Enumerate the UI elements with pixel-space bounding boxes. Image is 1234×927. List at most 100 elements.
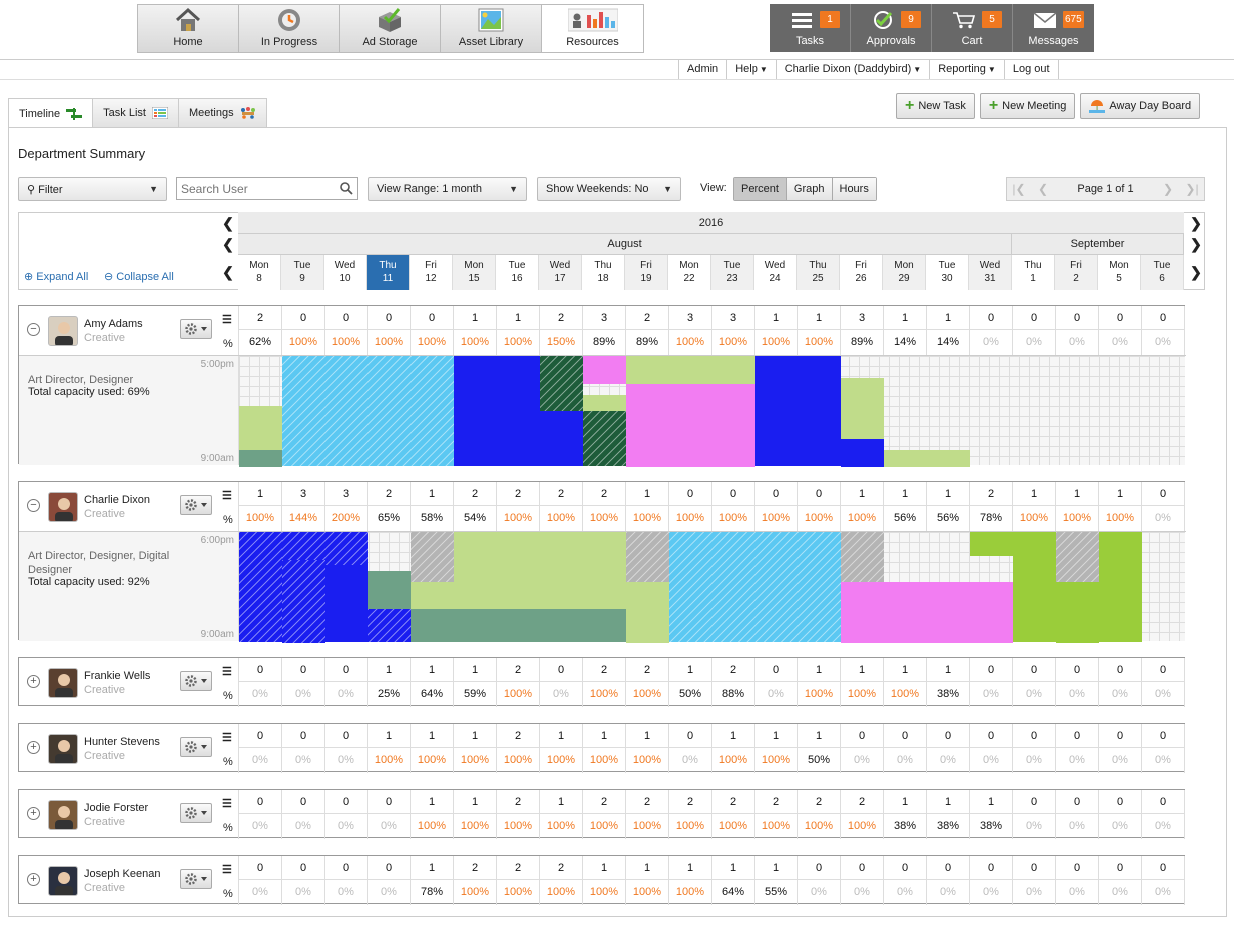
capacity-block[interactable] — [927, 450, 970, 467]
capacity-block[interactable] — [755, 356, 798, 466]
capacity-block[interactable] — [970, 532, 1013, 556]
capacity-block[interactable] — [540, 411, 583, 466]
capacity-block[interactable] — [454, 532, 497, 560]
show-weekends-dropdown[interactable]: Show Weekends: No ▼ — [537, 177, 681, 201]
prev-year-icon[interactable]: ❮ — [218, 213, 238, 233]
settings-dropdown[interactable] — [180, 671, 212, 691]
tab-task-list[interactable]: Task List — [92, 98, 179, 127]
capacity-block[interactable] — [540, 532, 583, 609]
capacity-block[interactable] — [411, 356, 454, 466]
capacity-block[interactable] — [368, 609, 411, 642]
capacity-block[interactable] — [1056, 532, 1099, 582]
capacity-block[interactable] — [583, 411, 626, 466]
capacity-block[interactable] — [712, 356, 755, 384]
view-range-dropdown[interactable]: View Range: 1 month ▼ — [368, 177, 527, 201]
nav-messages[interactable]: 675 Messages — [1013, 4, 1094, 52]
capacity-block[interactable] — [282, 532, 325, 560]
capacity-block[interactable] — [325, 532, 368, 565]
capacity-block[interactable] — [712, 532, 755, 642]
next-page-icon[interactable]: ❯ — [1156, 178, 1180, 200]
person-name[interactable]: Frankie Wells — [84, 670, 150, 682]
capacity-block[interactable] — [497, 356, 540, 466]
settings-dropdown[interactable] — [180, 869, 212, 889]
capacity-block[interactable] — [712, 384, 755, 467]
nav-ad-storage[interactable]: Ad Storage — [340, 5, 441, 52]
capacity-block[interactable] — [368, 356, 411, 466]
person-name[interactable]: Hunter Stevens — [84, 736, 160, 748]
capacity-block[interactable] — [325, 356, 368, 466]
new-meeting-button[interactable]: + New Meeting — [979, 93, 1076, 119]
settings-dropdown[interactable] — [180, 737, 212, 757]
capacity-block[interactable] — [884, 450, 927, 467]
capacity-block[interactable] — [841, 378, 884, 439]
capacity-block[interactable] — [497, 532, 540, 609]
last-page-icon[interactable]: ❯| — [1180, 178, 1204, 200]
view-percent-button[interactable]: Percent — [734, 178, 787, 200]
capacity-block[interactable] — [1056, 582, 1099, 643]
capacity-block[interactable] — [540, 609, 583, 642]
capacity-block[interactable] — [841, 439, 884, 467]
capacity-block[interactable] — [798, 532, 841, 642]
view-graph-button[interactable]: Graph — [786, 178, 833, 200]
prev-month-icon[interactable]: ❮ — [218, 234, 238, 254]
capacity-block[interactable] — [540, 356, 583, 411]
capacity-block[interactable] — [239, 532, 282, 642]
nav-in-progress[interactable]: In Progress — [239, 5, 340, 52]
next-month-icon[interactable]: ❯ — [1186, 234, 1206, 254]
capacity-block[interactable] — [626, 384, 669, 467]
capacity-block[interactable] — [497, 609, 540, 642]
capacity-block[interactable] — [841, 582, 884, 643]
capacity-block[interactable] — [798, 356, 841, 466]
expand-row-icon[interactable]: + — [27, 675, 40, 688]
nav-cart[interactable]: 5 Cart — [932, 4, 1013, 52]
capacity-block[interactable] — [583, 609, 626, 642]
nav-home[interactable]: Home — [138, 5, 239, 52]
capacity-block[interactable] — [841, 532, 884, 582]
nav-approvals[interactable]: 9 Approvals — [851, 4, 932, 52]
menu-admin[interactable]: Admin — [678, 59, 726, 79]
menu-logout[interactable]: Log out — [1003, 59, 1059, 79]
settings-dropdown[interactable] — [180, 319, 212, 339]
prev-day-icon[interactable]: ❮ — [218, 262, 238, 282]
nav-tasks[interactable]: 1 Tasks — [770, 4, 851, 52]
capacity-block[interactable] — [454, 609, 497, 642]
tab-timeline[interactable]: Timeline — [8, 98, 94, 128]
person-name[interactable]: Charlie Dixon — [84, 494, 150, 506]
person-name[interactable]: Amy Adams — [84, 318, 143, 330]
capacity-block[interactable] — [411, 609, 454, 642]
capacity-block[interactable] — [583, 395, 626, 412]
expand-all-link[interactable]: ⊕ Expand All — [24, 270, 88, 283]
capacity-block[interactable] — [669, 384, 712, 467]
capacity-block[interactable] — [927, 582, 970, 643]
collapse-row-icon[interactable]: − — [27, 499, 40, 512]
capacity-block[interactable] — [325, 565, 368, 642]
capacity-block[interactable] — [626, 356, 669, 384]
capacity-block[interactable] — [1013, 532, 1056, 642]
view-hours-button[interactable]: Hours — [832, 178, 876, 200]
person-name[interactable]: Joseph Keenan — [84, 868, 160, 880]
menu-help[interactable]: Help ▼ — [726, 59, 776, 79]
prev-page-icon[interactable]: ❮ — [1031, 178, 1055, 200]
expand-row-icon[interactable]: + — [27, 807, 40, 820]
settings-dropdown[interactable] — [180, 495, 212, 515]
settings-dropdown[interactable] — [180, 803, 212, 823]
capacity-block[interactable] — [669, 356, 712, 384]
nav-resources[interactable]: Resources — [542, 5, 643, 52]
search-user-input[interactable] — [176, 177, 358, 200]
capacity-block[interactable] — [239, 450, 282, 467]
expand-row-icon[interactable]: + — [27, 873, 40, 886]
new-task-button[interactable]: + New Task — [896, 93, 975, 119]
collapse-row-icon[interactable]: − — [27, 323, 40, 336]
capacity-block[interactable] — [411, 532, 454, 582]
capacity-block[interactable] — [368, 571, 411, 610]
capacity-block[interactable] — [626, 582, 669, 643]
away-day-board-button[interactable]: Away Day Board — [1080, 93, 1201, 119]
capacity-block[interactable] — [282, 356, 325, 466]
nav-asset-library[interactable]: Asset Library — [441, 5, 542, 52]
expand-row-icon[interactable]: + — [27, 741, 40, 754]
capacity-block[interactable] — [282, 560, 325, 643]
capacity-block[interactable] — [970, 582, 1013, 643]
menu-user[interactable]: Charlie Dixon (Daddybird) ▼ — [775, 59, 929, 79]
capacity-block[interactable] — [454, 560, 497, 615]
tab-meetings[interactable]: Meetings — [177, 98, 267, 127]
